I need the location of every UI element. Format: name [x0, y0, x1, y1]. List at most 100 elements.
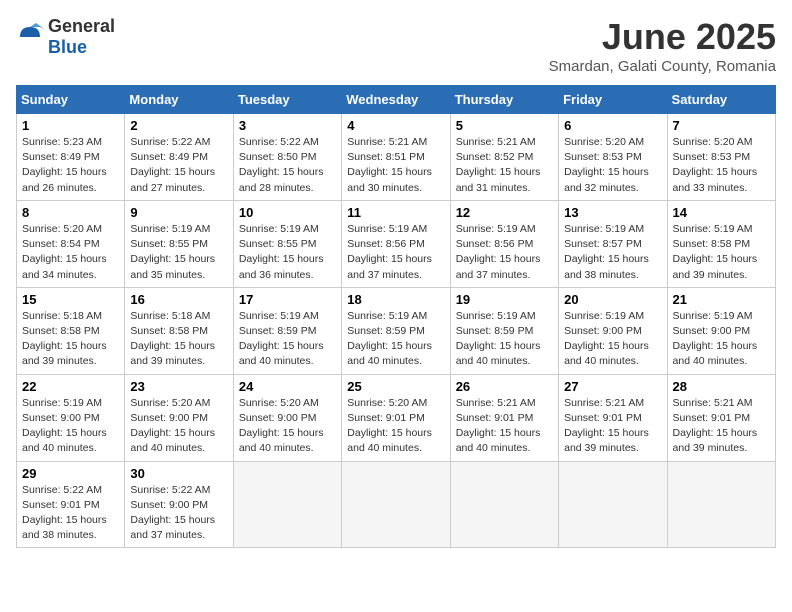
day-info: Sunrise: 5:22 AMSunset: 9:01 PMDaylight:…	[22, 483, 119, 544]
day-number: 18	[347, 292, 444, 307]
header-row: Sunday Monday Tuesday Wednesday Thursday…	[17, 86, 776, 114]
table-row: 10 Sunrise: 5:19 AMSunset: 8:55 PMDayligh…	[233, 200, 341, 287]
day-info: Sunrise: 5:20 AMSunset: 9:00 PMDaylight:…	[239, 396, 336, 457]
day-info: Sunrise: 5:19 AMSunset: 8:59 PMDaylight:…	[456, 309, 553, 370]
header-monday: Monday	[125, 86, 233, 114]
day-info: Sunrise: 5:18 AMSunset: 8:58 PMDaylight:…	[130, 309, 227, 370]
day-number: 15	[22, 292, 119, 307]
table-row: 8 Sunrise: 5:20 AMSunset: 8:54 PMDaylight…	[17, 200, 125, 287]
table-row: 19 Sunrise: 5:19 AMSunset: 8:59 PMDayligh…	[450, 287, 558, 374]
table-row: 2Sunrise: 5:22 AMSunset: 8:49 PMDaylight…	[125, 114, 233, 201]
calendar-week-5: 29 Sunrise: 5:22 AMSunset: 9:01 PMDayligh…	[17, 461, 776, 548]
table-row	[342, 461, 450, 548]
day-info: Sunrise: 5:21 AMSunset: 9:01 PMDaylight:…	[564, 396, 661, 457]
header-saturday: Saturday	[667, 86, 775, 114]
table-row: 7 Sunrise: 5:20 AMSunset: 8:53 PMDaylight…	[667, 114, 775, 201]
day-info: Sunrise: 5:19 AMSunset: 8:56 PMDaylight:…	[456, 222, 553, 283]
table-row: 24Sunrise: 5:20 AMSunset: 9:00 PMDayligh…	[233, 374, 341, 461]
day-number: 10	[239, 205, 336, 220]
day-info: Sunrise: 5:20 AMSunset: 8:54 PMDaylight:…	[22, 222, 119, 283]
day-info: Sunrise: 5:19 AMSunset: 8:59 PMDaylight:…	[239, 309, 336, 370]
table-row: 18Sunrise: 5:19 AMSunset: 8:59 PMDayligh…	[342, 287, 450, 374]
header-wednesday: Wednesday	[342, 86, 450, 114]
table-row: 26 Sunrise: 5:21 AMSunset: 9:01 PMDayligh…	[450, 374, 558, 461]
table-row: 13 Sunrise: 5:19 AMSunset: 8:57 PMDayligh…	[559, 200, 667, 287]
day-number: 25	[347, 379, 444, 394]
day-info: Sunrise: 5:23 AMSunset: 8:49 PMDaylight:…	[22, 135, 119, 196]
day-info: Sunrise: 5:19 AMSunset: 9:00 PMDaylight:…	[564, 309, 661, 370]
table-row: 11 Sunrise: 5:19 AMSunset: 8:56 PMDayligh…	[342, 200, 450, 287]
day-number: 16	[130, 292, 227, 307]
table-row: 27 Sunrise: 5:21 AMSunset: 9:01 PMDayligh…	[559, 374, 667, 461]
day-info: Sunrise: 5:22 AMSunset: 8:49 PMDaylight:…	[130, 135, 227, 196]
day-info: Sunrise: 5:20 AMSunset: 9:01 PMDaylight:…	[347, 396, 444, 457]
table-row: 21 Sunrise: 5:19 AMSunset: 9:00 PMDayligh…	[667, 287, 775, 374]
table-row: 22Sunrise: 5:19 AMSunset: 9:00 PMDayligh…	[17, 374, 125, 461]
table-row	[233, 461, 341, 548]
table-row: 9 Sunrise: 5:19 AMSunset: 8:55 PMDaylight…	[125, 200, 233, 287]
day-info: Sunrise: 5:21 AMSunset: 8:52 PMDaylight:…	[456, 135, 553, 196]
calendar-week-1: 1 Sunrise: 5:23 AMSunset: 8:49 PMDaylight…	[17, 114, 776, 201]
day-number: 12	[456, 205, 553, 220]
calendar-table: Sunday Monday Tuesday Wednesday Thursday…	[16, 85, 776, 548]
day-info: Sunrise: 5:22 AMSunset: 9:00 PMDaylight:…	[130, 483, 227, 544]
day-number: 1	[22, 118, 119, 133]
day-number: 22	[22, 379, 119, 394]
day-number: 23	[130, 379, 227, 394]
day-number: 7	[673, 118, 770, 133]
header-tuesday: Tuesday	[233, 86, 341, 114]
table-row: 25 Sunrise: 5:20 AMSunset: 9:01 PMDayligh…	[342, 374, 450, 461]
calendar-week-4: 22Sunrise: 5:19 AMSunset: 9:00 PMDayligh…	[17, 374, 776, 461]
day-number: 21	[673, 292, 770, 307]
day-number: 5	[456, 118, 553, 133]
day-number: 26	[456, 379, 553, 394]
day-info: Sunrise: 5:19 AMSunset: 8:55 PMDaylight:…	[130, 222, 227, 283]
day-info: Sunrise: 5:19 AMSunset: 8:57 PMDaylight:…	[564, 222, 661, 283]
day-info: Sunrise: 5:21 AMSunset: 9:01 PMDaylight:…	[456, 396, 553, 457]
header-sunday: Sunday	[17, 86, 125, 114]
table-row: 15Sunrise: 5:18 AMSunset: 8:58 PMDayligh…	[17, 287, 125, 374]
table-row: 28Sunrise: 5:21 AMSunset: 9:01 PMDayligh…	[667, 374, 775, 461]
table-row: 12 Sunrise: 5:19 AMSunset: 8:56 PMDayligh…	[450, 200, 558, 287]
day-number: 3	[239, 118, 336, 133]
table-row: 4 Sunrise: 5:21 AMSunset: 8:51 PMDaylight…	[342, 114, 450, 201]
table-row: 30 Sunrise: 5:22 AMSunset: 9:00 PMDayligh…	[125, 461, 233, 548]
page-header: General Blue June 2025 Smardan, Galati C…	[16, 16, 776, 75]
table-row: 1 Sunrise: 5:23 AMSunset: 8:49 PMDaylight…	[17, 114, 125, 201]
table-row: 29 Sunrise: 5:22 AMSunset: 9:01 PMDayligh…	[17, 461, 125, 548]
table-row: 20 Sunrise: 5:19 AMSunset: 9:00 PMDayligh…	[559, 287, 667, 374]
day-number: 4	[347, 118, 444, 133]
day-info: Sunrise: 5:21 AMSunset: 8:51 PMDaylight:…	[347, 135, 444, 196]
day-number: 14	[673, 205, 770, 220]
table-row: 14Sunrise: 5:19 AMSunset: 8:58 PMDayligh…	[667, 200, 775, 287]
logo: General Blue	[16, 16, 115, 58]
day-info: Sunrise: 5:19 AMSunset: 9:00 PMDaylight:…	[673, 309, 770, 370]
day-number: 19	[456, 292, 553, 307]
day-number: 9	[130, 205, 227, 220]
day-number: 28	[673, 379, 770, 394]
day-info: Sunrise: 5:20 AMSunset: 9:00 PMDaylight:…	[130, 396, 227, 457]
day-info: Sunrise: 5:19 AMSunset: 8:55 PMDaylight:…	[239, 222, 336, 283]
table-row: 5 Sunrise: 5:21 AMSunset: 8:52 PMDaylight…	[450, 114, 558, 201]
table-row: 6 Sunrise: 5:20 AMSunset: 8:53 PMDaylight…	[559, 114, 667, 201]
title-area: June 2025 Smardan, Galati County, Romani…	[549, 16, 776, 75]
day-number: 27	[564, 379, 661, 394]
day-number: 20	[564, 292, 661, 307]
day-info: Sunrise: 5:20 AMSunset: 8:53 PMDaylight:…	[673, 135, 770, 196]
day-number: 17	[239, 292, 336, 307]
day-number: 8	[22, 205, 119, 220]
calendar-week-2: 8 Sunrise: 5:20 AMSunset: 8:54 PMDaylight…	[17, 200, 776, 287]
logo-icon	[16, 23, 44, 51]
day-number: 13	[564, 205, 661, 220]
day-number: 29	[22, 466, 119, 481]
header-friday: Friday	[559, 86, 667, 114]
day-number: 6	[564, 118, 661, 133]
table-row: 16 Sunrise: 5:18 AMSunset: 8:58 PMDayligh…	[125, 287, 233, 374]
day-info: Sunrise: 5:20 AMSunset: 8:53 PMDaylight:…	[564, 135, 661, 196]
day-info: Sunrise: 5:22 AMSunset: 8:50 PMDaylight:…	[239, 135, 336, 196]
calendar-week-3: 15 Sunrise: 5:18 AMSunset: 8:58 PMDayligh…	[17, 287, 776, 374]
day-info: Sunrise: 5:19 AMSunset: 8:56 PMDaylight:…	[347, 222, 444, 283]
header-thursday: Thursday	[450, 86, 558, 114]
day-number: 11	[347, 205, 444, 220]
day-number: 30	[130, 466, 227, 481]
